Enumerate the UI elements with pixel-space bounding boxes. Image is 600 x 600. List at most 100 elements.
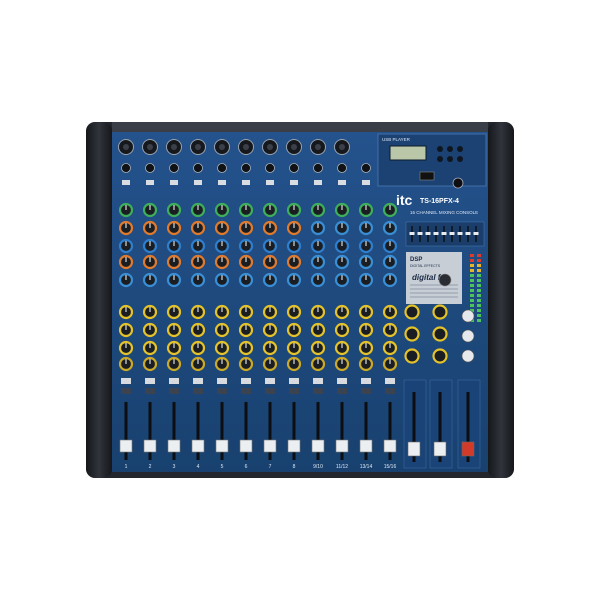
channel-label: 9/10 bbox=[313, 464, 323, 470]
master-knob[interactable] bbox=[432, 348, 448, 364]
xlr-pin-icon bbox=[339, 144, 345, 150]
graphic-eq-sliders[interactable] bbox=[409, 226, 479, 242]
geq-slider[interactable] bbox=[409, 232, 415, 235]
fader-knob[interactable] bbox=[239, 439, 253, 453]
xlr-pin-icon bbox=[267, 144, 273, 150]
geq-slider[interactable] bbox=[473, 232, 479, 235]
fader-knob[interactable] bbox=[311, 439, 325, 453]
fader-knob[interactable] bbox=[215, 439, 229, 453]
mute-button[interactable] bbox=[265, 378, 275, 384]
fader-knob[interactable] bbox=[359, 439, 373, 453]
meter-led bbox=[477, 254, 481, 257]
solo-button[interactable] bbox=[169, 388, 179, 394]
fader-knob[interactable] bbox=[263, 439, 277, 453]
mute-button[interactable] bbox=[313, 378, 323, 384]
phantom-switch[interactable] bbox=[338, 180, 346, 185]
master-fader-knob[interactable] bbox=[461, 441, 475, 457]
solo-button[interactable] bbox=[193, 388, 203, 394]
phantom-switch[interactable] bbox=[314, 180, 322, 185]
fader-knob[interactable] bbox=[287, 439, 301, 453]
mute-button[interactable] bbox=[145, 378, 155, 384]
meter-led bbox=[477, 294, 481, 297]
phantom-switch[interactable] bbox=[146, 180, 154, 185]
line-input-jack[interactable] bbox=[217, 163, 227, 173]
master-knob[interactable] bbox=[432, 304, 448, 320]
geq-slider[interactable] bbox=[425, 232, 431, 235]
mute-button[interactable] bbox=[121, 378, 131, 384]
fader-knob[interactable] bbox=[167, 439, 181, 453]
dsp-select-knob[interactable] bbox=[438, 273, 452, 287]
rear-edge bbox=[112, 122, 488, 132]
line-input-jack[interactable] bbox=[361, 163, 371, 173]
line-input-jack[interactable] bbox=[145, 163, 155, 173]
meter-led bbox=[477, 279, 481, 282]
solo-button[interactable] bbox=[241, 388, 251, 394]
headphone-jack[interactable] bbox=[452, 177, 464, 189]
master-level-knob[interactable] bbox=[461, 349, 475, 363]
mute-button[interactable] bbox=[337, 378, 347, 384]
meter-led bbox=[470, 259, 474, 262]
master-level-knob[interactable] bbox=[461, 309, 475, 323]
line-input-jack[interactable] bbox=[265, 163, 275, 173]
channel-label: 11/12 bbox=[336, 464, 348, 470]
phantom-switch[interactable] bbox=[266, 180, 274, 185]
master-knob[interactable] bbox=[404, 348, 420, 364]
phantom-switch[interactable] bbox=[362, 180, 370, 185]
solo-button[interactable] bbox=[337, 388, 347, 394]
channel-label: 15/16 bbox=[384, 464, 397, 470]
solo-button[interactable] bbox=[145, 388, 155, 394]
mute-button[interactable] bbox=[289, 378, 299, 384]
line-input-jack[interactable] bbox=[241, 163, 251, 173]
solo-button[interactable] bbox=[121, 388, 131, 394]
master-fader-knob[interactable] bbox=[433, 441, 447, 457]
solo-button[interactable] bbox=[361, 388, 371, 394]
master-knob[interactable] bbox=[432, 326, 448, 342]
fader-knob[interactable] bbox=[191, 439, 205, 453]
line-input-jack[interactable] bbox=[289, 163, 299, 173]
brand-logo: itc bbox=[396, 192, 413, 208]
geq-slider[interactable] bbox=[449, 232, 455, 235]
geq-slider[interactable] bbox=[465, 232, 471, 235]
meter-led bbox=[470, 269, 474, 272]
mute-button[interactable] bbox=[193, 378, 203, 384]
solo-button[interactable] bbox=[289, 388, 299, 394]
geq-slider[interactable] bbox=[457, 232, 463, 235]
mute-button[interactable] bbox=[169, 378, 179, 384]
mute-button[interactable] bbox=[241, 378, 251, 384]
line-input-jack[interactable] bbox=[313, 163, 323, 173]
mute-button[interactable] bbox=[385, 378, 395, 384]
left-side-panel bbox=[86, 122, 112, 478]
phantom-switch[interactable] bbox=[218, 180, 226, 185]
line-input-jack[interactable] bbox=[337, 163, 347, 173]
fader-knob[interactable] bbox=[119, 439, 133, 453]
channel-label: 7 bbox=[269, 464, 272, 470]
master-level-knob[interactable] bbox=[461, 329, 475, 343]
master-fader-knob[interactable] bbox=[407, 441, 421, 457]
master-knob[interactable] bbox=[404, 326, 420, 342]
solo-button[interactable] bbox=[217, 388, 227, 394]
phantom-switch[interactable] bbox=[242, 180, 250, 185]
phantom-switch[interactable] bbox=[122, 180, 130, 185]
meter-led bbox=[477, 309, 481, 312]
line-input-jack[interactable] bbox=[169, 163, 179, 173]
fader-knob[interactable] bbox=[383, 439, 397, 453]
xlr-pin-icon bbox=[219, 144, 225, 150]
fader-knob[interactable] bbox=[335, 439, 349, 453]
mute-button[interactable] bbox=[361, 378, 371, 384]
line-input-jack[interactable] bbox=[193, 163, 203, 173]
usb-port[interactable] bbox=[419, 171, 435, 181]
phantom-switch[interactable] bbox=[170, 180, 178, 185]
fader-knob[interactable] bbox=[143, 439, 157, 453]
master-knob[interactable] bbox=[404, 304, 420, 320]
geq-slider[interactable] bbox=[417, 232, 423, 235]
mute-button[interactable] bbox=[217, 378, 227, 384]
line-input-jack[interactable] bbox=[121, 163, 131, 173]
geq-slider[interactable] bbox=[441, 232, 447, 235]
solo-button[interactable] bbox=[265, 388, 275, 394]
phantom-switch[interactable] bbox=[194, 180, 202, 185]
channel-label: 2 bbox=[149, 464, 152, 470]
solo-button[interactable] bbox=[313, 388, 323, 394]
geq-slider[interactable] bbox=[433, 232, 439, 235]
phantom-switch[interactable] bbox=[290, 180, 298, 185]
solo-button[interactable] bbox=[385, 388, 395, 394]
